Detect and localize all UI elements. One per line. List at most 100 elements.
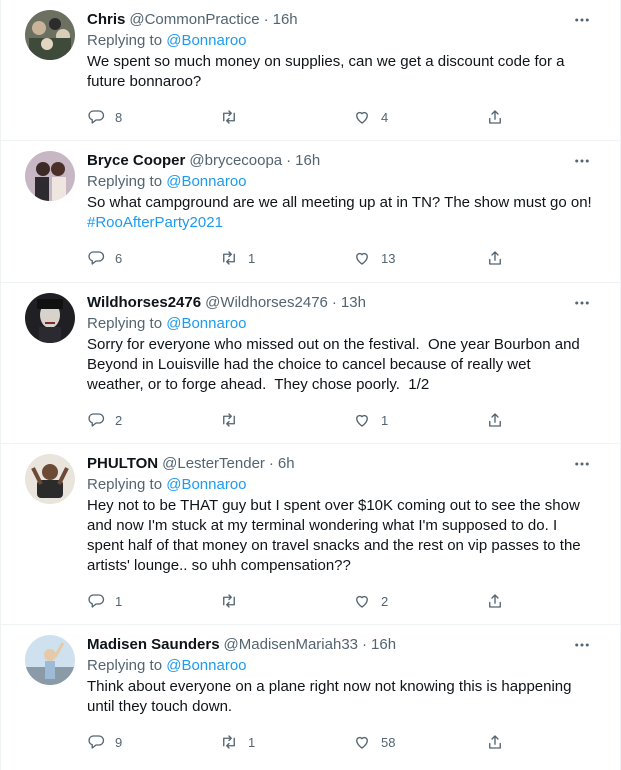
- reply-count: 1: [115, 593, 123, 609]
- like-button[interactable]: 4: [353, 108, 486, 126]
- tweet-text: So what campground are we all meeting up…: [87, 193, 600, 233]
- reply-icon: [88, 413, 105, 427]
- user-handle[interactable]: @MadisenMariah33: [224, 635, 358, 655]
- display-name[interactable]: Wildhorses2476: [87, 293, 201, 313]
- user-handle[interactable]: @LesterTender: [162, 454, 265, 474]
- share-button[interactable]: [486, 411, 504, 429]
- tweet-header: Madisen Saunders @MadisenMariah33 · 16h: [87, 635, 600, 655]
- tweet-actions: 9 1 58: [87, 733, 517, 751]
- tweet-text: Think about everyone on a plane right no…: [87, 678, 572, 715]
- retweet-button[interactable]: [220, 592, 353, 610]
- like-button[interactable]: 58: [353, 733, 486, 751]
- replying-to-link[interactable]: @Bonnaroo: [166, 476, 246, 493]
- share-button[interactable]: [486, 733, 504, 751]
- tweet-actions: 6 1 13: [87, 249, 517, 267]
- reply-count: 2: [115, 412, 123, 428]
- retweet-icon: [223, 413, 235, 427]
- more-button[interactable]: [568, 151, 596, 171]
- more-icon: [575, 301, 589, 305]
- tweet[interactable]: Wildhorses2476 @Wildhorses2476 · 13h Rep…: [1, 283, 620, 444]
- tweet[interactable]: Madisen Saunders @MadisenMariah33 · 16h …: [1, 625, 620, 770]
- user-handle[interactable]: @Wildhorses2476: [205, 293, 328, 313]
- like-button[interactable]: 2: [353, 592, 486, 610]
- retweet-button[interactable]: [220, 411, 353, 429]
- replying-to-link[interactable]: @Bonnaroo: [166, 173, 246, 190]
- reply-button[interactable]: 1: [87, 592, 220, 610]
- display-name[interactable]: PHULTON: [87, 454, 158, 474]
- retweet-button[interactable]: 1: [220, 733, 353, 751]
- like-count: 58: [381, 734, 396, 750]
- reply-feed: Chris @CommonPractice · 16h Replying to …: [0, 0, 621, 770]
- replying-prefix: Replying to: [87, 32, 167, 49]
- timestamp[interactable]: 16h: [273, 10, 298, 30]
- share-button[interactable]: [486, 592, 504, 610]
- share-button[interactable]: [486, 249, 504, 267]
- retweet-button[interactable]: [220, 108, 353, 126]
- more-button[interactable]: [568, 635, 596, 655]
- avatar[interactable]: [25, 151, 75, 201]
- separator-dot: ·: [268, 455, 274, 472]
- tweet-header: Bryce Cooper @brycecoopa · 16h: [87, 151, 600, 171]
- like-count: 1: [381, 412, 389, 428]
- timestamp[interactable]: 6h: [278, 454, 295, 474]
- tweet-actions: 1 2: [87, 592, 517, 610]
- timestamp[interactable]: 16h: [371, 635, 396, 655]
- reply-count: 8: [115, 109, 123, 125]
- user-handle[interactable]: @brycecoopa: [189, 151, 282, 171]
- avatar[interactable]: [25, 10, 75, 60]
- tweet-text: We spent so much money on supplies, can …: [87, 53, 565, 90]
- more-button[interactable]: [568, 454, 596, 474]
- retweet-icon: [223, 594, 235, 608]
- reply-button[interactable]: 2: [87, 411, 220, 429]
- reply-button[interactable]: 6: [87, 249, 220, 267]
- like-count: 4: [381, 109, 389, 125]
- reply-icon: [88, 735, 105, 749]
- replying-prefix: Replying to: [87, 657, 167, 674]
- tweet-text: Sorry for everyone who missed out on the…: [87, 336, 580, 393]
- timestamp[interactable]: 13h: [341, 293, 366, 313]
- tweet[interactable]: Chris @CommonPractice · 16h Replying to …: [1, 0, 620, 141]
- like-icon: [356, 111, 368, 124]
- more-icon: [575, 462, 589, 466]
- replying-to-link[interactable]: @Bonnaroo: [166, 657, 246, 674]
- like-button[interactable]: 13: [353, 249, 486, 267]
- tweet[interactable]: PHULTON @LesterTender · 6h Replying to @…: [1, 444, 620, 625]
- retweet-button[interactable]: 1: [220, 249, 353, 267]
- reply-icon: [88, 594, 105, 608]
- like-button[interactable]: 1: [353, 411, 486, 429]
- avatar[interactable]: [25, 635, 75, 685]
- tweet[interactable]: Bryce Cooper @brycecoopa · 16h Replying …: [1, 141, 620, 283]
- separator-dot: ·: [331, 294, 337, 311]
- user-handle[interactable]: @CommonPractice: [129, 10, 259, 30]
- separator-dot: ·: [286, 152, 292, 169]
- replying-to: Replying to @Bonnaroo: [87, 172, 600, 192]
- more-button[interactable]: [568, 293, 596, 313]
- share-icon: [489, 413, 501, 427]
- avatar[interactable]: [25, 454, 75, 504]
- separator-dot: ·: [263, 11, 269, 28]
- share-button[interactable]: [486, 108, 504, 126]
- reply-button[interactable]: 8: [87, 108, 220, 126]
- tweet-header: Chris @CommonPractice · 16h: [87, 10, 600, 30]
- reply-count: 9: [115, 734, 123, 750]
- hashtag-link[interactable]: #RooAfterParty2021: [87, 214, 223, 231]
- display-name[interactable]: Chris: [87, 10, 125, 30]
- display-name[interactable]: Bryce Cooper: [87, 151, 185, 171]
- more-button[interactable]: [568, 10, 596, 30]
- replying-prefix: Replying to: [87, 315, 167, 332]
- replying-to-link[interactable]: @Bonnaroo: [166, 32, 246, 49]
- more-icon: [575, 159, 589, 163]
- replying-to-link[interactable]: @Bonnaroo: [166, 315, 246, 332]
- tweet-header: Wildhorses2476 @Wildhorses2476 · 13h: [87, 293, 600, 313]
- tweet-actions: 8 4: [87, 108, 517, 126]
- more-icon: [575, 643, 589, 647]
- replying-to: Replying to @Bonnaroo: [87, 31, 600, 51]
- reply-button[interactable]: 9: [87, 733, 220, 751]
- timestamp[interactable]: 16h: [295, 151, 320, 171]
- share-icon: [489, 110, 501, 124]
- retweet-icon: [223, 735, 235, 749]
- replying-prefix: Replying to: [87, 173, 167, 190]
- display-name[interactable]: Madisen Saunders: [87, 635, 220, 655]
- share-icon: [489, 594, 501, 608]
- avatar[interactable]: [25, 293, 75, 343]
